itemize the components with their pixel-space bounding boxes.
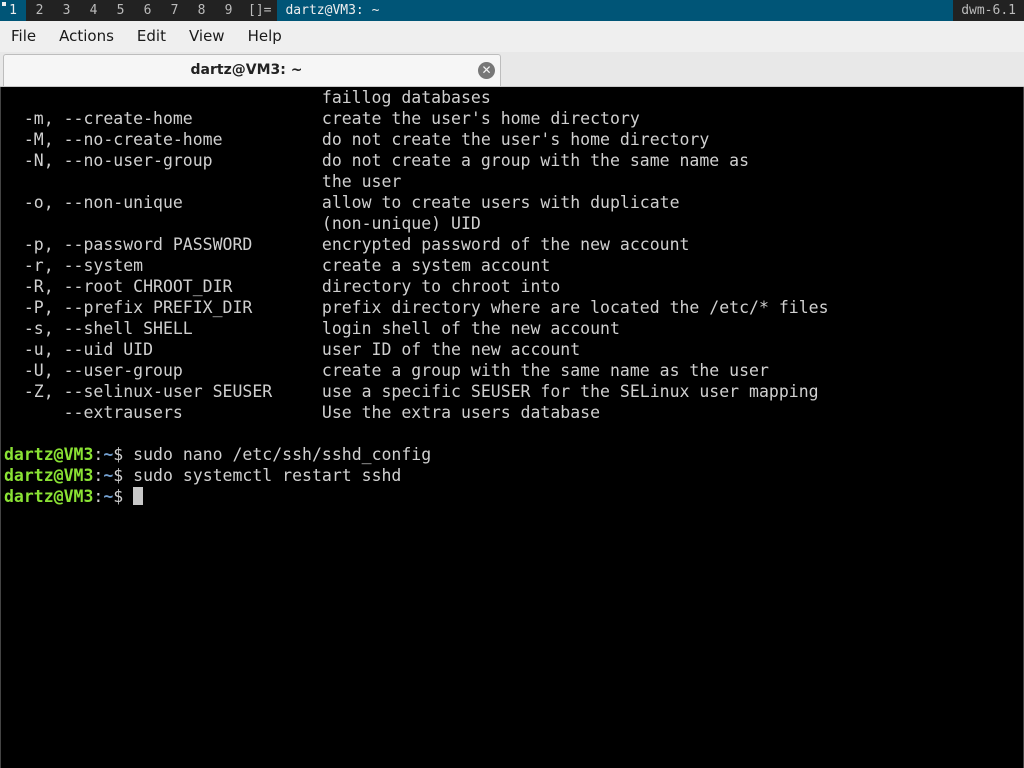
output-line: --extrausers Use the extra users databas… bbox=[4, 403, 601, 422]
prompt-user-host: dartz@VM3 bbox=[4, 445, 94, 464]
prompt-user-host: dartz@VM3 bbox=[4, 466, 94, 485]
prompt-line: dartz@VM3:~$ sudo nano /etc/ssh/sshd_con… bbox=[4, 444, 1016, 465]
prompt-user-host: dartz@VM3 bbox=[4, 487, 94, 506]
menu-file[interactable]: File bbox=[0, 21, 48, 52]
output-line: -N, --no-user-group do not create a grou… bbox=[4, 151, 750, 170]
terminal-output: faillog databases -m, --create-home crea… bbox=[4, 87, 1016, 507]
menubar: File Actions Edit View Help bbox=[0, 21, 1024, 52]
menu-actions[interactable]: Actions bbox=[48, 21, 126, 52]
menu-view[interactable]: View bbox=[178, 21, 237, 52]
prompt-separator: : bbox=[93, 445, 104, 464]
output-line: -Z, --selinux-user SEUSER use a specific… bbox=[4, 382, 819, 401]
status-text: dwm-6.1 bbox=[953, 0, 1024, 21]
dwm-status-bar: 1 2 3 4 5 6 7 8 9 []= dartz@VM3: ~ dwm-6… bbox=[0, 0, 1024, 21]
layout-symbol[interactable]: []= bbox=[242, 0, 277, 21]
output-line: faillog databases bbox=[4, 88, 491, 107]
scrollbar[interactable] bbox=[1016, 87, 1022, 768]
menu-edit[interactable]: Edit bbox=[126, 21, 178, 52]
prompt-line: dartz@VM3:~$ sudo systemctl restart sshd bbox=[4, 465, 1016, 486]
output-line: -u, --uid UID user ID of the new account bbox=[4, 340, 581, 359]
prompt-symbol: $ bbox=[113, 445, 134, 464]
command-text: sudo systemctl restart sshd bbox=[133, 466, 402, 485]
terminal-view[interactable]: faillog databases -m, --create-home crea… bbox=[0, 87, 1024, 768]
tag-2[interactable]: 2 bbox=[26, 0, 53, 21]
tag-1[interactable]: 1 bbox=[0, 0, 26, 21]
tag-4[interactable]: 4 bbox=[80, 0, 107, 21]
prompt-symbol: $ bbox=[113, 487, 134, 506]
occupied-indicator bbox=[2, 2, 6, 6]
tag-label: 1 bbox=[9, 3, 17, 18]
active-prompt-line[interactable]: dartz@VM3:~$ bbox=[4, 486, 1016, 507]
tag-9[interactable]: 9 bbox=[215, 0, 242, 21]
terminal-tab[interactable]: dartz@VM3: ~ ✕ bbox=[3, 54, 501, 86]
output-line: -s, --shell SHELL login shell of the new… bbox=[4, 319, 620, 338]
window-title: dartz@VM3: ~ bbox=[277, 0, 954, 21]
prompt-path: ~ bbox=[103, 487, 114, 506]
tag-5[interactable]: 5 bbox=[107, 0, 134, 21]
tag-6[interactable]: 6 bbox=[134, 0, 161, 21]
output-line: -M, --no-create-home do not create the u… bbox=[4, 130, 710, 149]
command-text: sudo nano /etc/ssh/sshd_config bbox=[133, 445, 432, 464]
text-cursor bbox=[133, 487, 144, 505]
output-line: -o, --non-unique allow to create users w… bbox=[4, 193, 680, 212]
output-line: (non-unique) UID bbox=[4, 214, 481, 233]
prompt-separator: : bbox=[93, 487, 104, 506]
tag-3[interactable]: 3 bbox=[53, 0, 80, 21]
tab-bar: dartz@VM3: ~ ✕ bbox=[0, 52, 1024, 87]
output-line: -R, --root CHROOT_DIR directory to chroo… bbox=[4, 277, 561, 296]
tag-8[interactable]: 8 bbox=[188, 0, 215, 21]
menu-help[interactable]: Help bbox=[237, 21, 294, 52]
prompt-path: ~ bbox=[103, 445, 114, 464]
output-line: -m, --create-home create the user's home… bbox=[4, 109, 640, 128]
prompt-path: ~ bbox=[103, 466, 114, 485]
output-line: the user bbox=[4, 172, 402, 191]
tab-title: dartz@VM3: ~ bbox=[190, 62, 303, 78]
tag-7[interactable]: 7 bbox=[161, 0, 188, 21]
prompt-separator: : bbox=[93, 466, 104, 485]
close-icon[interactable]: ✕ bbox=[478, 62, 495, 79]
output-line: -P, --prefix PREFIX_DIR prefix directory… bbox=[4, 298, 829, 317]
prompt-symbol: $ bbox=[113, 466, 134, 485]
output-line: -p, --password PASSWORD encrypted passwo… bbox=[4, 235, 690, 254]
output-line: -r, --system create a system account bbox=[4, 256, 551, 275]
output-line: -U, --user-group create a group with the… bbox=[4, 361, 769, 380]
